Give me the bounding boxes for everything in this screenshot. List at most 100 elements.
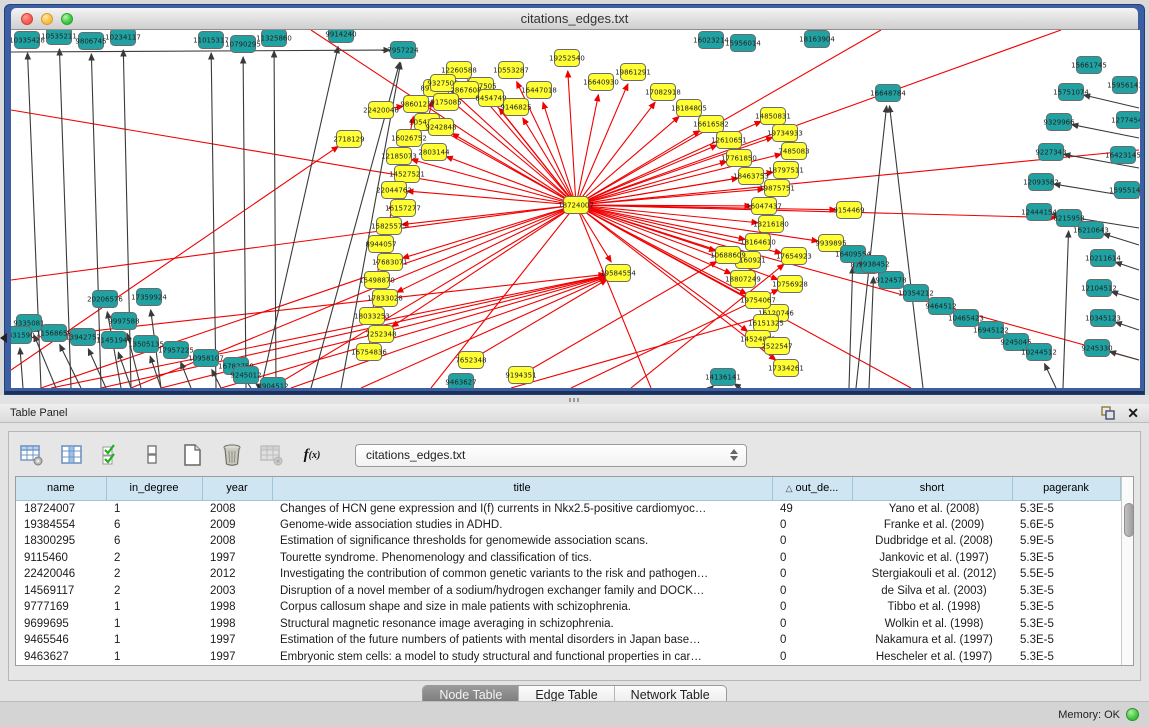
- network-node[interactable]: 9227343: [1035, 144, 1066, 161]
- table-row[interactable]: 1938455462009Genome-wide association stu…: [16, 517, 1120, 534]
- table-row[interactable]: 977716911998Corpus callosum shape and si…: [16, 599, 1120, 616]
- cell-title[interactable]: Structural magnetic resonance image aver…: [272, 616, 772, 633]
- select-all-button[interactable]: [99, 442, 125, 468]
- cell-year[interactable]: 1997: [202, 550, 272, 567]
- network-node[interactable]: 10335428: [11, 32, 45, 49]
- cell-short[interactable]: Stergiakouli et al. (2012): [852, 566, 1012, 583]
- cell-pagerank[interactable]: 5.3E-5: [1012, 550, 1120, 567]
- network-canvas[interactable]: 1872400710335428105352119806745102341171…: [11, 30, 1140, 388]
- cell-in_degree[interactable]: 1: [106, 632, 202, 649]
- network-node[interactable]: 16648784: [870, 85, 906, 102]
- cell-out_degree[interactable]: 0: [772, 566, 852, 583]
- table-row[interactable]: 1872400712008Changes of HCN gene express…: [16, 500, 1120, 517]
- network-node[interactable]: 12104512: [1081, 280, 1117, 297]
- network-node[interactable]: 9154469: [833, 202, 864, 219]
- network-node[interactable]: 14136141: [705, 369, 741, 386]
- cell-year[interactable]: 1998: [202, 616, 272, 633]
- cell-short[interactable]: Tibbo et al. (1998): [852, 599, 1012, 616]
- network-node[interactable]: 9245330: [1081, 340, 1112, 357]
- network-node[interactable]: 15955144: [1109, 182, 1140, 199]
- table-row[interactable]: 911546021997Tourette syndrome. Phenomeno…: [16, 550, 1120, 567]
- network-node[interactable]: 19754067: [740, 292, 776, 309]
- table-scrollbar[interactable]: [1121, 477, 1134, 665]
- cell-title[interactable]: Genome-wide association studies in ADHD.: [272, 517, 772, 534]
- network-node[interactable]: 7957224: [387, 42, 419, 59]
- cell-year[interactable]: 2008: [202, 533, 272, 550]
- cell-short[interactable]: Franke et al. (2009): [852, 517, 1012, 534]
- cell-title[interactable]: Disruption of a novel member of a sodium…: [272, 583, 772, 600]
- cell-short[interactable]: Yano et al. (2008): [852, 500, 1012, 517]
- network-node[interactable]: 16023214: [693, 32, 729, 49]
- network-node[interactable]: 2803144: [418, 144, 450, 161]
- network-node[interactable]: 19861291: [615, 64, 651, 81]
- cell-name[interactable]: 9463627: [16, 649, 106, 666]
- network-node[interactable]: 13216180: [753, 216, 789, 233]
- network-node[interactable]: 18184805: [671, 100, 707, 117]
- cell-title[interactable]: Embryonic stem cells: a model to study s…: [272, 649, 772, 666]
- cell-in_degree[interactable]: 2: [106, 583, 202, 600]
- network-node[interactable]: 8904512: [257, 378, 288, 389]
- table-scrollbar-thumb[interactable]: [1124, 503, 1134, 537]
- network-node[interactable]: 9194351: [505, 367, 536, 384]
- cell-pagerank[interactable]: 5.3E-5: [1012, 649, 1120, 666]
- cell-name[interactable]: 19384554: [16, 517, 106, 534]
- network-node[interactable]: 15661745: [1071, 57, 1107, 74]
- network-node[interactable]: 12610651: [711, 132, 747, 149]
- cell-name[interactable]: 22420046: [16, 566, 106, 583]
- network-node[interactable]: 18797511: [768, 162, 804, 179]
- cell-name[interactable]: 9777169: [16, 599, 106, 616]
- cell-in_degree[interactable]: 6: [106, 533, 202, 550]
- network-node[interactable]: 10688609: [710, 247, 746, 264]
- cell-pagerank[interactable]: 5.5E-5: [1012, 566, 1120, 583]
- network-node[interactable]: 9245012: [230, 367, 261, 384]
- network-node[interactable]: 10535211: [41, 30, 77, 45]
- cell-in_degree[interactable]: 2: [106, 566, 202, 583]
- network-node[interactable]: 10553287: [493, 62, 529, 79]
- network-node[interactable]: 9242848: [425, 119, 456, 136]
- network-node[interactable]: 18164610: [740, 234, 776, 251]
- close-window-icon[interactable]: [21, 13, 33, 25]
- cell-pagerank[interactable]: 5.3E-5: [1012, 583, 1120, 600]
- network-node[interactable]: 17683071: [372, 254, 408, 271]
- network-node[interactable]: 19734933: [767, 125, 803, 142]
- column-header-year[interactable]: year: [202, 477, 272, 500]
- table-row[interactable]: 969969511998Structural magnetic resonanc…: [16, 616, 1120, 633]
- network-node[interactable]: 9860123: [400, 96, 431, 113]
- cell-pagerank[interactable]: 5.3E-5: [1012, 632, 1120, 649]
- cell-title[interactable]: Investigating the contribution of common…: [272, 566, 772, 583]
- network-node[interactable]: 20206576: [87, 291, 123, 308]
- cell-year[interactable]: 1998: [202, 599, 272, 616]
- network-node[interactable]: 9463627: [445, 374, 476, 389]
- cell-title[interactable]: Tourette syndrome. Phenomenology and cla…: [272, 550, 772, 567]
- cell-year[interactable]: 2008: [202, 500, 272, 517]
- node-table-grid[interactable]: namein_degreeyeartitle△out_de...shortpag…: [16, 477, 1121, 665]
- network-node[interactable]: 10756928: [772, 276, 808, 293]
- network-node[interactable]: 17654923: [776, 248, 812, 265]
- network-node[interactable]: 12093582: [1023, 174, 1059, 191]
- panel-splitter[interactable]: [0, 395, 1149, 404]
- cell-pagerank[interactable]: 5.9E-5: [1012, 533, 1120, 550]
- cell-in_degree[interactable]: 1: [106, 599, 202, 616]
- cell-out_degree[interactable]: 0: [772, 632, 852, 649]
- cell-out_degree[interactable]: 0: [772, 533, 852, 550]
- cell-year[interactable]: 2009: [202, 517, 272, 534]
- cell-out_degree[interactable]: 0: [772, 517, 852, 534]
- network-node[interactable]: 8944057: [365, 236, 396, 253]
- cell-in_degree[interactable]: 1: [106, 500, 202, 517]
- cell-title[interactable]: Estimation of the future numbers of pati…: [272, 632, 772, 649]
- network-node[interactable]: 9806745: [75, 33, 106, 50]
- column-header-in_degree[interactable]: in_degree: [106, 477, 202, 500]
- network-node[interactable]: 7252348: [365, 326, 396, 343]
- panel-collapse-arrow-icon[interactable]: [0, 333, 7, 343]
- cell-in_degree[interactable]: 1: [106, 649, 202, 666]
- network-node[interactable]: 17082918: [645, 84, 681, 101]
- network-node[interactable]: 14527521: [389, 166, 425, 183]
- column-header-out_degree[interactable]: △out_de...: [772, 477, 852, 500]
- network-node[interactable]: 15956143: [1107, 77, 1140, 94]
- network-node[interactable]: 14850831: [755, 108, 791, 125]
- table-settings-button[interactable]: [19, 442, 45, 468]
- cell-short[interactable]: Nakamura et al. (1997): [852, 632, 1012, 649]
- cell-pagerank[interactable]: 5.6E-5: [1012, 517, 1120, 534]
- network-node[interactable]: 17833028: [367, 290, 403, 307]
- column-header-pagerank[interactable]: pagerank: [1012, 477, 1120, 500]
